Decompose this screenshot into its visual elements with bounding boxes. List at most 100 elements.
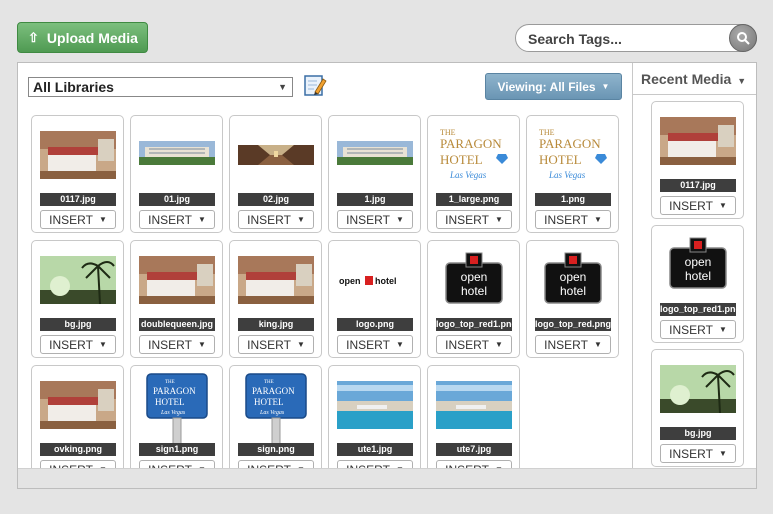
media-card[interactable]: ute7.jpg INSERT▼: [427, 365, 520, 468]
media-card[interactable]: open hotel logo_top_red1.png INSERT ▼: [427, 240, 520, 358]
media-thumbnail[interactable]: [660, 117, 736, 165]
svg-text:HOTEL: HOTEL: [155, 397, 185, 407]
insert-button[interactable]: INSERT▼: [337, 210, 413, 229]
search-box: [515, 24, 757, 52]
insert-label: INSERT: [346, 337, 390, 352]
media-thumbnail[interactable]: THE PARAGON HOTEL Las Vegas: [238, 372, 314, 448]
library-select[interactable]: All Libraries ▼: [28, 77, 293, 97]
media-card[interactable]: open hotel logo_top_red.png INSERT ▼: [526, 240, 619, 358]
media-thumbnail[interactable]: [40, 131, 116, 179]
media-filename: logo_top_red.png: [535, 318, 611, 331]
media-thumbnail[interactable]: [660, 365, 736, 413]
media-thumbnail[interactable]: [337, 381, 413, 429]
insert-button[interactable]: INSERT▼: [535, 335, 611, 354]
media-thumbnail[interactable]: open hotel: [337, 256, 413, 304]
media-filename: logo.png: [337, 318, 413, 331]
recent-media-card[interactable]: bg.jpg INSERT ▼: [651, 349, 744, 467]
recent-media-card[interactable]: open hotel logo_top_red1.png INSERT ▼: [651, 225, 744, 343]
insert-button[interactable]: INSERT▼: [337, 335, 413, 354]
media-card[interactable]: THEPARAGONHOTEL Las Vegas sign.png INSERT▼: [229, 365, 322, 468]
media-filename: 02.jpg: [238, 193, 314, 206]
media-thumbnail[interactable]: [40, 256, 116, 304]
insert-button[interactable]: INSERT▼: [238, 460, 314, 468]
media-filename: logo_top_red1.png: [660, 303, 736, 316]
media-thumbnail[interactable]: [139, 256, 215, 304]
upload-media-button[interactable]: ⇧ Upload Media: [17, 22, 148, 53]
insert-label: INSERT: [148, 337, 192, 352]
insert-button[interactable]: INSERT▼: [238, 335, 314, 354]
edit-library-icon[interactable]: [303, 73, 327, 97]
insert-button[interactable]: INSERT▼: [40, 335, 116, 354]
media-card[interactable]: THEPARAGONHOTEL Las Vegas sign1.png INSERT▼: [130, 365, 223, 468]
insert-button[interactable]: INSERT ▼: [139, 210, 215, 229]
insert-button[interactable]: INSERT▼: [238, 210, 314, 229]
media-filename: 01.jpg: [139, 193, 215, 206]
insert-button[interactable]: INSERT▼: [139, 335, 215, 354]
svg-text:PARAGON: PARAGON: [440, 136, 502, 151]
dropdown-arrow-icon: ▼: [718, 201, 727, 210]
insert-button[interactable]: INSERT▼: [535, 210, 611, 229]
insert-button[interactable]: INSERT▼: [660, 444, 736, 463]
svg-text:Las Vegas: Las Vegas: [449, 170, 487, 180]
svg-text:open: open: [685, 255, 712, 269]
media-card[interactable]: THE PARAGON HOTEL Las Vegas 1_large.png INSER…: [427, 115, 520, 233]
insert-button[interactable]: INSERT▼: [337, 460, 413, 468]
insert-button[interactable]: INSERT▼: [436, 335, 512, 354]
search-tags-input[interactable]: [528, 30, 723, 48]
status-bar: [18, 468, 756, 488]
media-filename: ute1.jpg: [337, 443, 413, 456]
media-card[interactable]: ovking.png INSERT▼: [31, 365, 124, 468]
insert-label: INSERT: [346, 212, 390, 227]
dropdown-arrow-icon: ▼: [98, 340, 107, 349]
svg-text:PARAGON: PARAGON: [252, 386, 295, 396]
media-card[interactable]: 02.jpg INSERT ▼: [229, 115, 322, 233]
media-thumbnail[interactable]: [40, 381, 116, 429]
media-card[interactable]: THE PARAGON HOTEL Las Vegas 1.png INSERT ▼: [526, 115, 619, 233]
recent-media-header[interactable]: Recent Media ▼: [633, 63, 756, 95]
media-filename: bg.jpg: [40, 318, 116, 331]
insert-button[interactable]: INSERT▼: [40, 460, 116, 468]
media-card[interactable]: open hotel logo.png INSERT ▼: [328, 240, 421, 358]
svg-text:PARAGON: PARAGON: [153, 386, 196, 396]
media-card[interactable]: bg.jpg INSERT ▼: [31, 240, 124, 358]
insert-button[interactable]: INSERT▼: [436, 460, 512, 468]
insert-label: INSERT: [445, 212, 489, 227]
svg-text:open: open: [461, 270, 488, 284]
insert-button[interactable]: INSERT▼: [139, 460, 215, 468]
media-thumbnail[interactable]: [238, 256, 314, 304]
media-thumbnail[interactable]: open hotel: [660, 236, 736, 296]
dropdown-arrow-icon: ▼: [494, 215, 503, 224]
svg-text:Las Vegas: Las Vegas: [160, 410, 186, 416]
insert-button[interactable]: INSERT▼: [660, 196, 736, 215]
search-icon[interactable]: [729, 24, 757, 52]
media-thumbnail[interactable]: open hotel: [535, 251, 611, 311]
media-thumbnail[interactable]: THE PARAGON HOTEL Las Vegas: [535, 126, 611, 186]
dropdown-arrow-icon: ▼: [718, 325, 727, 334]
media-card[interactable]: 1.jpg INSERT ▼: [328, 115, 421, 233]
insert-button[interactable]: INSERT▼: [660, 320, 736, 339]
media-thumbnail[interactable]: THE PARAGON HOTEL Las Vegas: [436, 126, 512, 186]
viewing-filter-button[interactable]: Viewing: All Files ▼: [485, 73, 622, 100]
media-card[interactable]: 0117.jpg INSERT ▼: [31, 115, 124, 233]
media-card[interactable]: doublequeen.jpg INSERT ▼: [130, 240, 223, 358]
insert-label: INSERT: [148, 212, 192, 227]
dropdown-arrow-icon: ▼: [296, 340, 305, 349]
media-thumbnail[interactable]: [238, 131, 314, 179]
media-card[interactable]: 01.jpg INSERT ▼: [130, 115, 223, 233]
dropdown-arrow-icon: ▼: [197, 215, 206, 224]
insert-button[interactable]: INSERT ▼: [436, 210, 512, 229]
insert-button[interactable]: INSERT▼: [40, 210, 116, 229]
dropdown-arrow-icon: ▼: [593, 340, 602, 349]
media-filename: 0117.jpg: [40, 193, 116, 206]
recent-media-card[interactable]: 0117.jpg INSERT ▼: [651, 101, 744, 219]
media-thumbnail[interactable]: THE PARAGON HOTEL Las Vegas: [139, 372, 215, 448]
media-card[interactable]: king.jpg INSERT ▼: [229, 240, 322, 358]
dropdown-arrow-icon: ▼: [601, 82, 610, 91]
media-thumbnail[interactable]: open hotel: [436, 251, 512, 311]
media-thumbnail[interactable]: [436, 381, 512, 429]
svg-text:HOTEL: HOTEL: [539, 152, 582, 167]
media-filename: logo_top_red1.png: [436, 318, 512, 331]
media-thumbnail[interactable]: [337, 131, 413, 179]
media-card[interactable]: ute1.jpg INSERT▼: [328, 365, 421, 468]
media-thumbnail[interactable]: [139, 131, 215, 179]
